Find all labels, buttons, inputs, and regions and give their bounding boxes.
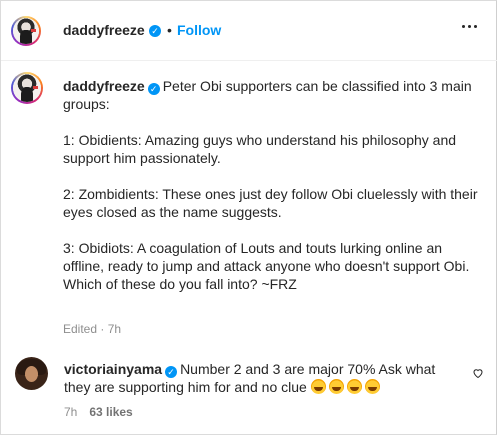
comment-meta: 7h 63 likes bbox=[64, 405, 133, 419]
heart-icon[interactable] bbox=[472, 367, 484, 379]
comment-body: victoriainyama ✓ Number 2 and 3 are major … bbox=[64, 360, 454, 396]
comment-likes[interactable]: 63 likes bbox=[89, 405, 132, 419]
laughing-emoji-icon bbox=[364, 379, 380, 394]
verified-badge-icon: ✓ bbox=[149, 25, 161, 37]
follow-button[interactable]: Follow bbox=[177, 22, 221, 38]
author-avatar[interactable] bbox=[11, 16, 41, 46]
laughing-emoji-icon bbox=[346, 379, 362, 394]
more-options-icon[interactable] bbox=[460, 23, 480, 33]
comment-time: 7h bbox=[64, 405, 78, 419]
comment-username[interactable]: victoriainyama bbox=[64, 361, 162, 377]
laughing-emoji-icon bbox=[328, 379, 344, 394]
post-panel: daddyfreeze ✓ • Follow daddyfreeze ✓ Peter… bbox=[0, 0, 497, 435]
verified-badge-icon: ✓ bbox=[147, 83, 160, 95]
caption: daddyfreeze ✓ Peter Obi supporters can be … bbox=[63, 77, 483, 293]
caption-text: Peter Obi supporters can be classified i… bbox=[63, 78, 478, 292]
header-username[interactable]: daddyfreeze bbox=[63, 22, 145, 38]
caption-author-avatar[interactable] bbox=[11, 72, 43, 104]
post-header: daddyfreeze ✓ • Follow bbox=[1, 1, 497, 61]
laughing-emoji-icon bbox=[310, 379, 326, 394]
commenter-avatar[interactable] bbox=[15, 357, 48, 390]
verified-badge-icon: ✓ bbox=[165, 366, 178, 378]
caption-username[interactable]: daddyfreeze bbox=[63, 78, 145, 94]
header-separator: • bbox=[167, 22, 172, 38]
post-meta: Edited · 7h bbox=[63, 322, 122, 336]
